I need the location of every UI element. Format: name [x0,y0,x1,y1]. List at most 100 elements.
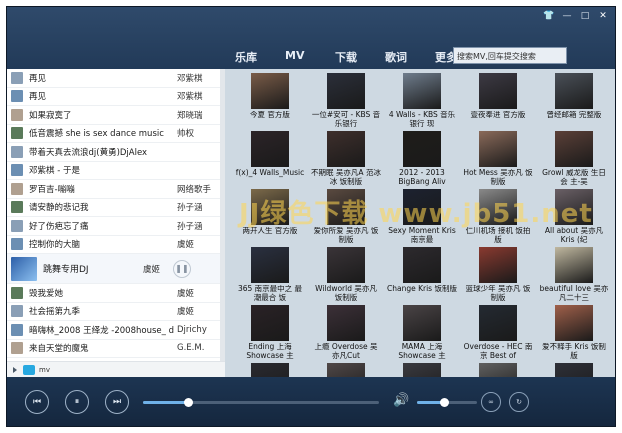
playlist-item[interactable]: 带着天真去流浪dj(黄勇)DjAlex [7,143,225,162]
mv-tile[interactable]: Wildworld 吴亦凡 饭制版 [311,245,381,303]
loop-button[interactable]: ↻ [509,392,529,412]
mv-thumbnail[interactable] [479,363,517,377]
mv-thumbnail[interactable] [479,189,517,225]
mv-tile[interactable]: f(x)_4 Walls_Music [235,129,305,187]
mv-title[interactable]: Ending 上海 Showcase 主 [235,343,305,361]
mv-tile[interactable]: All about 吴亦凡Kris (纪 [539,187,609,245]
skin-icon[interactable]: 👕 [541,9,557,23]
mv-tile[interactable]: 爱不释手 Kris 饭制版 [539,303,609,361]
nav-tab-mv[interactable]: MV [281,49,331,65]
nav-tab-download[interactable]: 下载 [331,49,381,65]
mv-title[interactable]: Wildworld 吴亦凡 饭制版 [311,285,381,303]
mv-title[interactable]: 上瘾 Overdose 吴亦凡Cut [311,343,381,361]
mv-thumbnail[interactable] [555,305,593,341]
playlist-item[interactable]: 控制你的大脑 虞姬 [7,236,225,254]
mv-title[interactable]: 两开人生 官方版 [235,227,305,245]
mv-tile[interactable]: 4 Walls - KBS 音乐银行 现 [387,71,457,129]
mv-tile[interactable] [235,361,305,377]
mv-title[interactable]: All about 吴亦凡Kris (纪 [539,227,609,245]
playlist-item[interactable]: 罗百吉-嘣嘣 网络歌手 [7,180,225,199]
mv-thumbnail[interactable] [251,247,289,283]
mv-tile[interactable]: Ending 上海 Showcase 主 [235,303,305,361]
close-button[interactable]: ✕ [595,9,611,23]
mv-tile[interactable]: 爱你所爱 吴亦凡 饭制版 [311,187,381,245]
mv-tile[interactable]: 今夏 官方版 [235,71,305,129]
volume-knob[interactable] [440,398,449,407]
mv-tile[interactable]: 365 南京最中之 最潮最合 饭 [235,245,305,303]
pause-button[interactable]: ⏸ [65,390,89,414]
playlist-item[interactable]: 来自天堂的魔鬼 G.E.M. [7,340,225,358]
mv-thumbnail[interactable] [403,305,441,341]
mv-thumbnail[interactable] [555,363,593,377]
mv-title[interactable]: 今夏 官方版 [235,111,305,129]
playlist-item[interactable]: 如果寂寞了 郑晓瑞 [7,106,225,125]
mv-thumbnail[interactable] [403,363,441,377]
mv-thumbnail[interactable] [479,305,517,341]
mv-thumbnail[interactable] [479,131,517,167]
mv-title[interactable]: 仁川机场 接机 饭拍版 [463,227,533,245]
mv-title[interactable]: 篮球少年 吴亦凡 饭制版 [463,285,533,303]
mv-title[interactable]: 不期眠 吴亦凡A 范冰冰 饭制版 [311,169,381,187]
mv-thumbnail[interactable] [403,247,441,283]
mv-tile[interactable]: Hot Mess 吴亦凡 饭制版 [463,129,533,187]
mv-thumbnail[interactable] [555,189,593,225]
playlist-item[interactable]: 暗嗨林_2008 王绎龙 -2008house_ d Djrichy [7,321,225,340]
mv-title[interactable]: Sexy Moment Kris 南京最 [387,227,457,245]
mv-title[interactable]: 365 南京最中之 最潮最合 饭 [235,285,305,303]
mv-tile[interactable]: MAMA 上海 Showcase 主 [387,303,457,361]
playlist-item[interactable]: 好了伤疤忘了痛 孙子涵 [7,217,225,236]
mv-thumbnail[interactable] [403,131,441,167]
playlist-item[interactable]: 低音震撼 she is sex dance music 帅权 [7,125,225,143]
mv-thumbnail[interactable] [327,363,365,377]
mv-tile[interactable]: beautiful love 吴亦凡二十三 [539,245,609,303]
playlist-item[interactable]: 请安静的悲记我 孙子涵 [7,199,225,217]
mv-title[interactable]: Change Kris 饭制版 [387,285,457,303]
playlist-item[interactable]: 毁我爱她 虞姬 [7,284,225,303]
mv-tile[interactable]: Change Kris 饭制版 [387,245,457,303]
maximize-button[interactable]: □ [577,9,593,23]
mv-title[interactable]: MAMA 上海 Showcase 主 [387,343,457,361]
previous-button[interactable]: ⏮ [25,390,49,414]
mv-tile[interactable]: Growl 威龙版 生日会 主-吴 [539,129,609,187]
volume-icon[interactable]: 🔊 [393,393,409,409]
mv-tile[interactable]: 不期眠 吴亦凡A 范冰冰 饭制版 [311,129,381,187]
mv-tile[interactable]: Sexy Moment Kris 南京最 [387,187,457,245]
mv-title[interactable]: 4 Walls - KBS 音乐银行 现 [387,111,457,129]
mv-section-row[interactable]: mv [7,361,225,377]
playlist-item[interactable]: 再见 邓紫棋 [7,69,225,88]
mv-title[interactable]: Hot Mess 吴亦凡 饭制版 [463,169,533,187]
mv-thumbnail[interactable] [251,363,289,377]
mv-thumbnail[interactable] [555,73,593,109]
next-button[interactable]: ⏭ [105,390,129,414]
mv-thumbnail[interactable] [251,131,289,167]
mv-tile[interactable]: 篮球少年 吴亦凡 饭制版 [463,245,533,303]
playlist-item[interactable]: 邓紫棋 - 于是 [7,162,225,180]
mv-tile[interactable]: 一位#安可 - KBS 音乐银行 [311,71,381,129]
mv-tile[interactable]: 仁川机场 接机 饭拍版 [463,187,533,245]
mv-title[interactable]: 爱不释手 Kris 饭制版 [539,343,609,361]
progress-knob[interactable] [183,398,193,407]
mv-title[interactable]: 一位#安可 - KBS 音乐银行 [311,111,381,129]
mv-title[interactable]: f(x)_4 Walls_Music [235,169,305,187]
search-input[interactable]: 搜索MV,回车提交搜索 [453,47,567,64]
mv-thumbnail[interactable] [479,247,517,283]
mv-title[interactable]: 2012 - 2013 BigBang Aliv [387,169,457,187]
mv-title[interactable]: 壹夜奉进 官方版 [463,111,533,129]
mv-tile[interactable]: 上瘾 Overdose 吴亦凡Cut [311,303,381,361]
mv-tile[interactable] [311,361,381,377]
minimize-button[interactable]: — [559,9,575,23]
playlist-item-active[interactable]: 跳舞专用DJ 虞姬 ❚❚ [7,254,225,284]
nav-tab-library[interactable]: 乐库 [231,49,281,65]
mv-thumbnail[interactable] [555,247,593,283]
mv-tile[interactable] [539,361,609,377]
progress-slider[interactable] [143,398,379,407]
nav-tab-lyrics[interactable]: 歌词 [381,49,431,65]
mv-title[interactable]: 爱你所爱 吴亦凡 饭制版 [311,227,381,245]
mv-thumbnail[interactable] [327,131,365,167]
play-mode-button[interactable]: ∞ [481,392,501,412]
volume-slider[interactable] [417,398,477,407]
mv-tile[interactable]: 壹夜奉进 官方版 [463,71,533,129]
mv-title[interactable]: beautiful love 吴亦凡二十三 [539,285,609,303]
mv-title[interactable]: Overdose - HEC 南京 Best of [463,343,533,361]
expand-arrow-icon[interactable] [13,366,17,373]
